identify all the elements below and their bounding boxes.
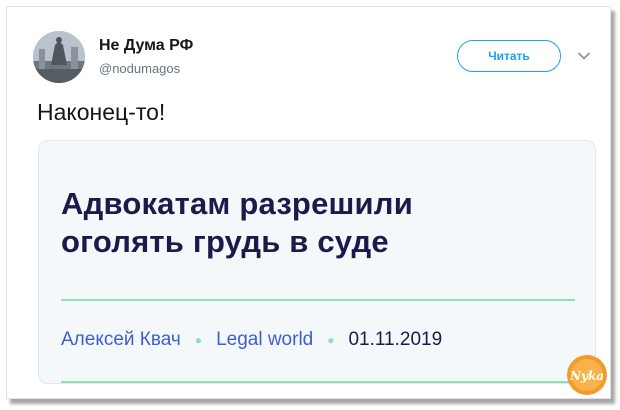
follow-button[interactable]: Читать — [457, 40, 561, 72]
avatar-image — [33, 31, 85, 83]
card-divider-top — [61, 299, 575, 301]
card-date: 01.11.2019 — [348, 329, 443, 350]
card-section: Legal world — [216, 329, 314, 350]
tweet-text: Наконец-то! — [37, 99, 166, 125]
chevron-down-icon[interactable] — [577, 49, 591, 63]
card-headline: Адвокатам разрешили оголять грудь в суде — [61, 185, 581, 261]
avatar[interactable] — [33, 31, 85, 83]
separator-dot: ● — [194, 333, 203, 347]
card-divider-bottom — [61, 381, 575, 383]
card-headline-line-1: Адвокатам разрешили — [61, 186, 413, 221]
author-handle[interactable]: @nodumagos — [99, 61, 180, 76]
tweet-frame: Не Дума РФ @nodumagos Читать Наконец-то!… — [6, 6, 611, 399]
card-author: Алексей Квач — [61, 329, 181, 350]
author-name[interactable]: Не Дума РФ — [99, 37, 193, 55]
separator-dot: ● — [327, 333, 335, 347]
watermark-logo: Nyka — [567, 355, 607, 395]
card-meta: Алексей Квач ● Legal world ● 01.11.2019 — [61, 329, 442, 351]
link-card[interactable]: Адвокатам разрешили оголять грудь в суде… — [38, 140, 596, 384]
card-headline-line-2: оголять грудь в суде — [61, 224, 389, 259]
watermark-text: Nyka — [569, 369, 604, 383]
